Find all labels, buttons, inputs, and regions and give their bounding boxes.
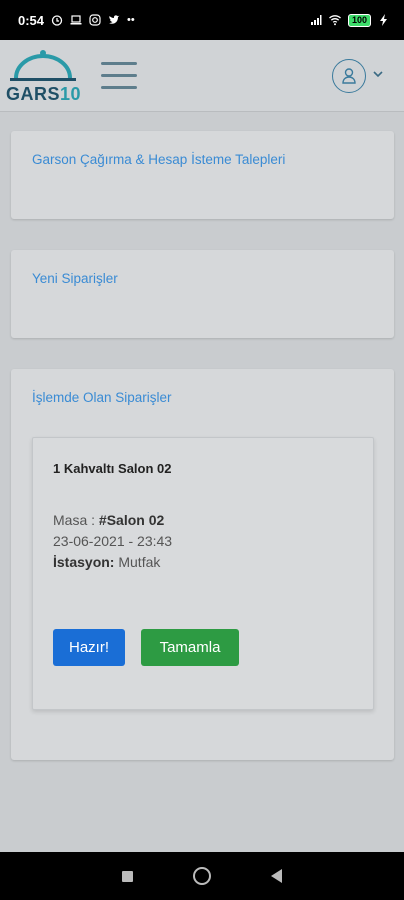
table-label: Masa : — [53, 512, 96, 528]
battery-indicator: 100 — [347, 13, 371, 27]
menu-bar — [101, 74, 137, 77]
order-card: 1 Kahvaltı Salon 02 Masa : #Salon 02 23-… — [32, 437, 374, 710]
order-title: 1 Kahvaltı Salon 02 — [53, 461, 172, 476]
laptop-icon — [70, 15, 82, 25]
signal-icon — [310, 15, 322, 25]
complete-button[interactable]: Tamamla — [141, 629, 239, 666]
instagram-icon — [89, 14, 101, 26]
logo-text-accent: 10 — [60, 84, 82, 104]
station-value: Mutfak — [118, 554, 161, 570]
new-orders-title[interactable]: Yeni Siparişler — [32, 271, 118, 286]
system-nav-bar — [0, 852, 404, 900]
status-time: 0:54 — [18, 12, 45, 28]
logo-text-main: GARS — [6, 84, 61, 104]
in-progress-orders-panel: İşlemde Olan Siparişler 1 Kahvaltı Salon… — [11, 369, 394, 760]
user-icon — [342, 68, 356, 84]
station-label: İstasyon: — [53, 554, 115, 570]
order-table-line: Masa : #Salon 02 — [53, 512, 164, 528]
recent-apps-button[interactable] — [122, 870, 133, 882]
logo-text: GARS10 — [6, 84, 81, 105]
table-value: #Salon 02 — [98, 512, 165, 528]
in-progress-orders-title[interactable]: İşlemde Olan Siparişler — [32, 390, 172, 405]
home-button[interactable] — [193, 867, 211, 885]
more-notifications-icon: •• — [127, 14, 135, 26]
order-station-line: İstasyon: Mutfak — [53, 554, 160, 570]
status-bar: 0:54 •• 100 — [0, 0, 404, 40]
ready-button[interactable]: Hazır! — [53, 629, 125, 666]
chevron-down-icon[interactable] — [372, 68, 384, 80]
waiter-calls-title[interactable]: Garson Çağırma & Hesap İsteme Talepleri — [32, 152, 285, 167]
order-datetime: 23-06-2021 - 23:43 — [53, 533, 173, 549]
back-button[interactable] — [271, 869, 282, 883]
user-avatar-button[interactable] — [332, 59, 366, 93]
menu-bar — [101, 62, 137, 65]
app-header: GARS10 — [0, 40, 404, 112]
charging-icon — [380, 14, 387, 26]
cloche-icon — [10, 50, 76, 81]
alarm-icon — [51, 15, 63, 26]
wifi-icon — [329, 15, 341, 26]
menu-bar — [101, 86, 137, 89]
brand-logo[interactable]: GARS10 — [6, 46, 81, 106]
waiter-calls-panel: Garson Çağırma & Hesap İsteme Talepleri — [11, 131, 394, 219]
twitter-icon — [109, 15, 120, 24]
menu-button[interactable] — [101, 62, 137, 92]
new-orders-panel: Yeni Siparişler — [11, 250, 394, 338]
